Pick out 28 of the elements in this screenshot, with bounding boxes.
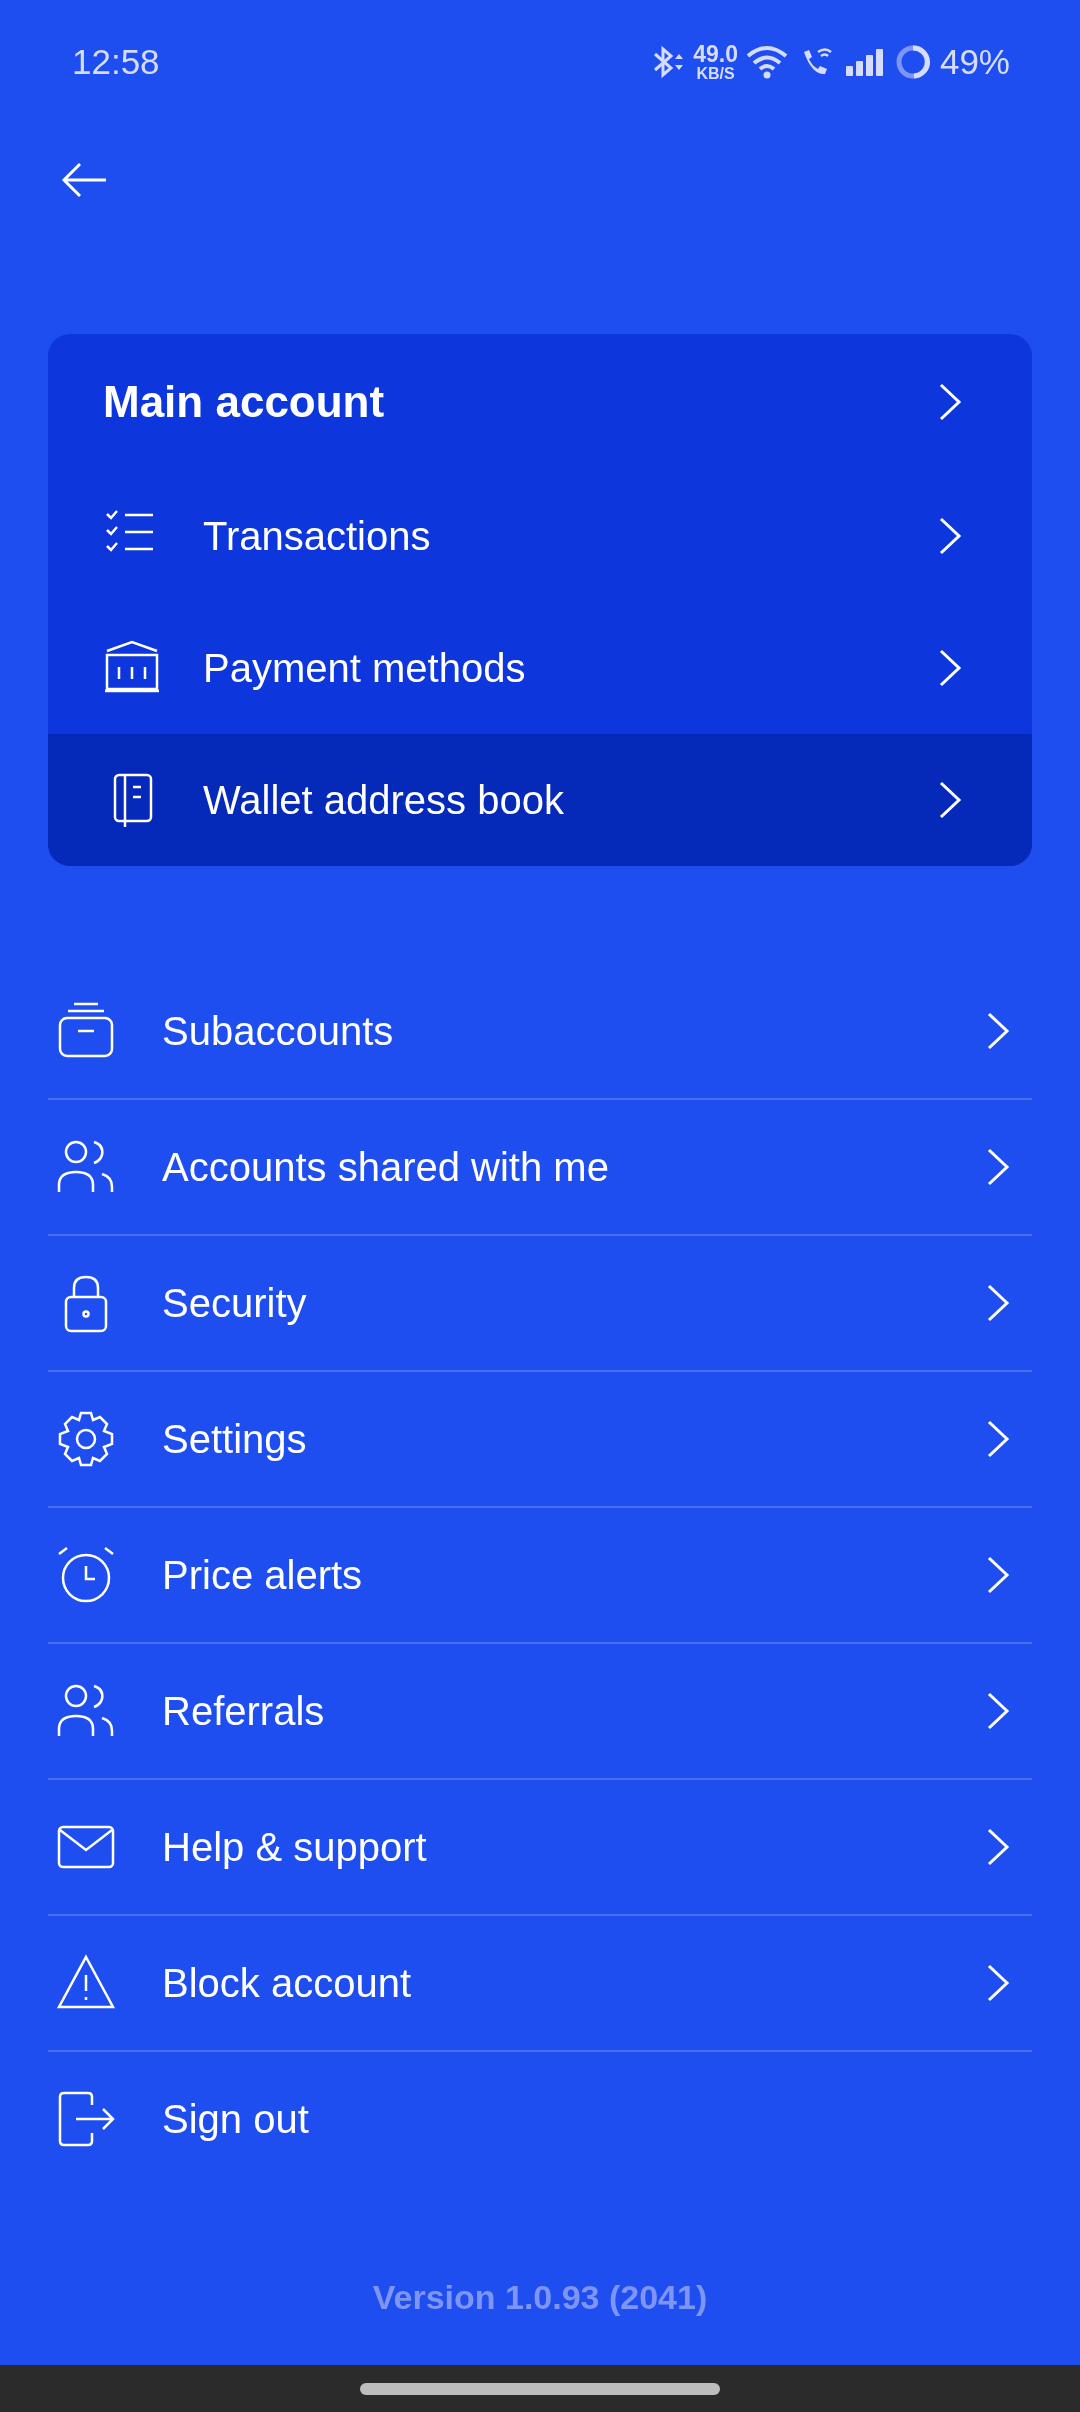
card-title[interactable]: Main account	[103, 377, 385, 427]
menu-item[interactable]: Settings	[48, 1372, 1032, 1508]
chevron-icon	[938, 382, 962, 422]
menu-item[interactable]: Sign out	[48, 2052, 1032, 2186]
menu-item[interactable]: Price alerts	[48, 1508, 1032, 1644]
chevron-icon	[938, 516, 962, 556]
menu-item[interactable]: Security	[48, 1236, 1032, 1372]
chevron-icon	[938, 780, 962, 820]
alarm-clock-icon	[56, 1545, 116, 1605]
speed-unit: KB/S	[696, 65, 735, 82]
home-handle[interactable]	[360, 2382, 720, 2395]
version-text: Version 1.0.93 (2041)	[371, 2278, 709, 2317]
menu-item[interactable]: Block account	[48, 1916, 1032, 2052]
settings-icon	[56, 1409, 116, 1469]
menu-item[interactable]: Referrals	[48, 1644, 1032, 1780]
menu-item[interactable]: Subaccounts	[48, 964, 1032, 1100]
menu-item[interactable]: Accounts shared with me	[48, 1100, 1032, 1236]
card-menu-item[interactable]: Payment methods	[48, 602, 1032, 734]
status-time: 12:58	[72, 42, 160, 82]
wifi-icon	[745, 44, 790, 80]
bluetooth-icon	[651, 44, 686, 80]
menu-item[interactable]: Help & support	[48, 1780, 1032, 1916]
sign-out-icon	[56, 2089, 116, 2149]
chevron-icon	[938, 648, 962, 688]
battery-percent: 49%	[939, 42, 1010, 82]
card-menu-item[interactable]: Wallet address book	[48, 734, 1032, 866]
card-menu-item[interactable]: Transactions	[48, 470, 1032, 602]
network-speed: 49.0	[693, 42, 738, 66]
